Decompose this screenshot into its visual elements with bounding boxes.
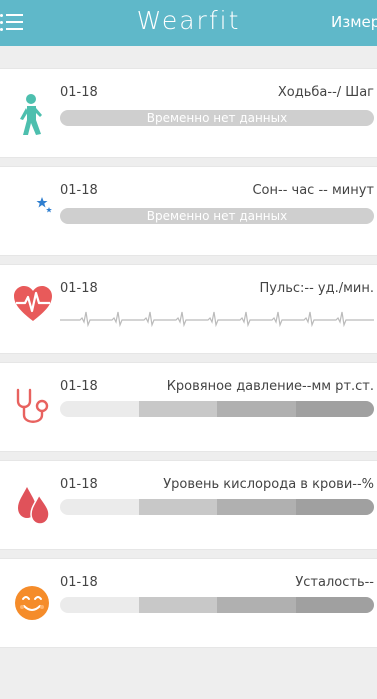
walking-label: Ходьба--/ Шаг (277, 85, 374, 100)
blood-drops-icon (16, 485, 52, 529)
pressure-level-bar (60, 401, 374, 417)
moon-stars-icon (12, 191, 54, 237)
oxygen-card[interactable]: 01-18 Уровень кислорода в крови--% (0, 460, 377, 550)
bar-segment-4 (295, 499, 374, 515)
bar-segment-4 (295, 401, 374, 417)
ecg-line-graphic (60, 311, 374, 328)
pulse-card[interactable]: 01-18 Пульс:-- уд./мин. (0, 264, 377, 354)
bar-segment-3 (217, 597, 296, 613)
pulse-date: 01-18 (60, 281, 98, 296)
bar-segment-3 (217, 499, 296, 515)
fatigue-card[interactable]: 01-18 Усталость-- (0, 558, 377, 648)
measure-button[interactable]: Измерение (331, 13, 377, 31)
pressure-label: Кровяное давление--мм рт.ст. (166, 379, 374, 394)
bar-segment-4 (295, 597, 374, 613)
oxygen-level-bar (60, 499, 374, 515)
walking-no-data-bar: Временно нет данных (60, 110, 374, 126)
pulse-label: Пульс:-- уд./мин. (259, 281, 374, 296)
walking-person-icon (14, 93, 46, 141)
stethoscope-icon (14, 387, 52, 431)
bar-segment-3 (217, 401, 296, 417)
walking-card[interactable]: 01-18 Ходьба--/ Шаг Временно нет данных (0, 68, 377, 158)
pressure-card[interactable]: 01-18 Кровяное давление--мм рт.ст. (0, 362, 377, 452)
bar-segment-2 (138, 499, 217, 515)
fatigue-label: Усталость-- (295, 575, 374, 590)
fatigue-date: 01-18 (60, 575, 98, 590)
sleep-no-data-bar: Временно нет данных (60, 208, 374, 224)
bar-segment-2 (138, 401, 217, 417)
top-bar: Wearfit Измерение (0, 0, 377, 46)
heart-pulse-icon (12, 285, 54, 327)
fatigue-level-bar (60, 597, 374, 613)
sleep-date: 01-18 (60, 183, 98, 198)
bar-segment-1 (60, 597, 139, 613)
bar-segment-1 (60, 499, 139, 515)
walking-date: 01-18 (60, 85, 98, 100)
app-title: Wearfit (136, 6, 241, 35)
sleep-card[interactable]: 01-18 Сон-- час -- минут Временно нет да… (0, 166, 377, 256)
oxygen-label: Уровень кислорода в крови--% (163, 477, 374, 492)
bar-segment-2 (138, 597, 217, 613)
oxygen-date: 01-18 (60, 477, 98, 492)
sleep-label: Сон-- час -- минут (252, 183, 374, 198)
smiley-face-icon (14, 585, 50, 625)
pressure-date: 01-18 (60, 379, 98, 394)
bar-segment-1 (60, 401, 139, 417)
